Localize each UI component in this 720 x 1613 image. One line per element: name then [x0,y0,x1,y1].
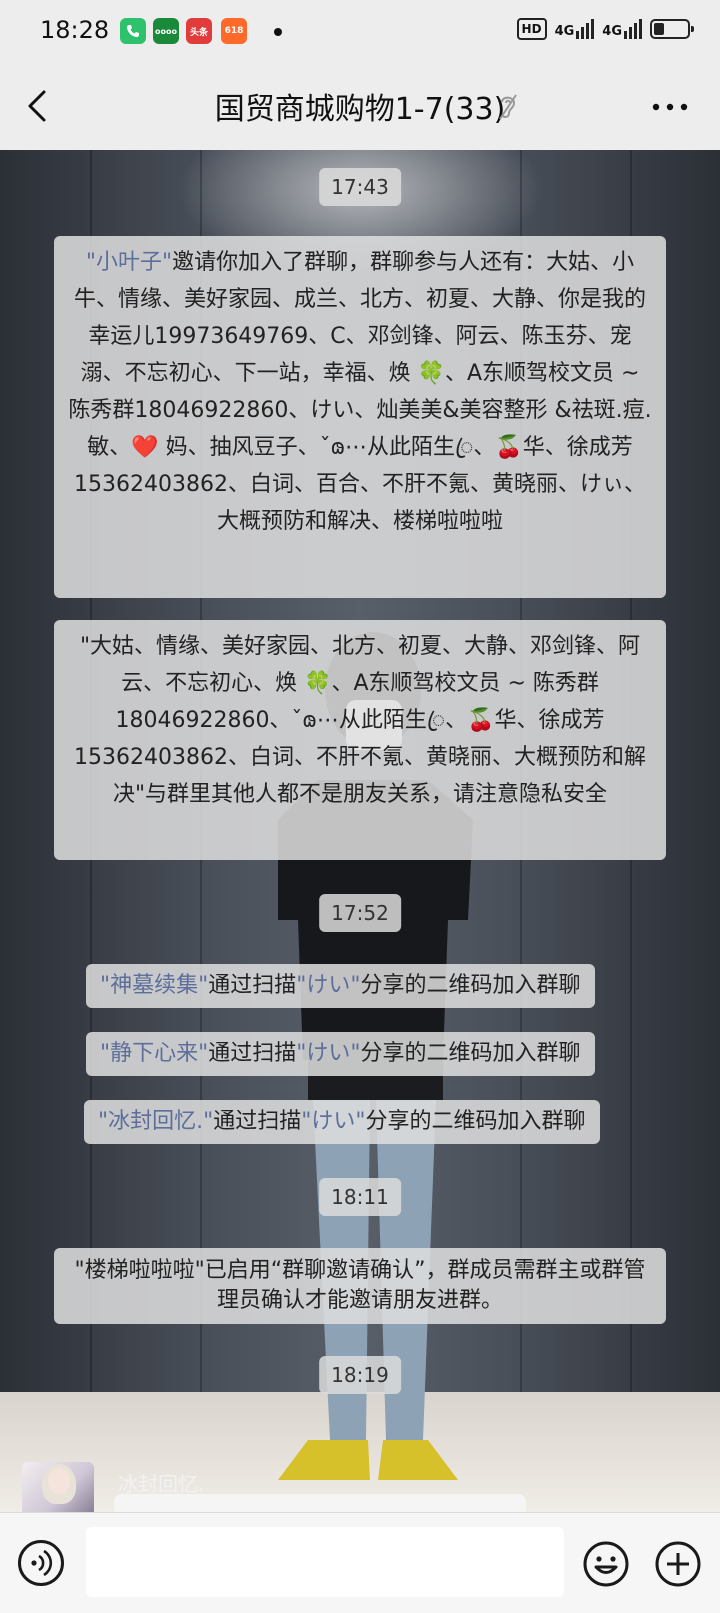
emoji-button[interactable] [582,1540,630,1588]
sharer-name-link[interactable]: "けい" [296,1041,360,1066]
timestamp: 17:52 [319,894,401,932]
join-system-message: "静下心来"通过扫描"けい"分享的二维码加入群聊 [86,1032,595,1076]
join-text-end: 分享的二维码加入群聊 [360,1041,581,1066]
message-input[interactable] [86,1527,564,1597]
invite-confirm-notice: "楼梯啦啦啦"已启用“群聊邀请确认”，群成员需群主或群管理员确认才能邀请朋友进群… [54,1248,666,1324]
privacy-notice-message: "大姑、情缘、美好家园、北方、初夏、大静、邓剑锋、阿云、不忘初心、焕 🍀、A东顺… [54,620,666,860]
inviter-name-link[interactable]: "小叶子" [86,250,172,275]
join-system-message: "神墓续集"通过扫描"けい"分享的二维码加入群聊 [86,964,595,1008]
invite-system-message: "小叶子"邀请你加入了群聊，群聊参与人还有：大姑、小牛、情缘、美好家园、成兰、北… [54,236,666,598]
join-system-message: "冰封回忆."通过扫描"けい"分享的二维码加入群聊 [84,1100,600,1144]
avatar[interactable] [22,1462,94,1512]
join-text: 通过扫描 [208,1041,297,1066]
message-bubble[interactable] [114,1494,526,1512]
join-text: 通过扫描 [208,973,297,998]
timestamp: 18:11 [319,1178,401,1216]
oppo-app-icon: oooo [153,18,179,44]
timestamp: 18:19 [319,1356,401,1394]
join-text-end: 分享的二维码加入群聊 [365,1109,586,1134]
chat-header: 国贸商城购物1-7(33) [0,64,720,150]
member-name-link[interactable]: "神墓续集" [100,973,208,998]
plus-icon [655,1541,701,1587]
phone-app-icon [120,18,146,44]
more-dots-icon [652,103,688,111]
sharer-name-link[interactable]: "けい" [296,973,360,998]
notification-dot [274,28,282,36]
ear-muted-icon [497,92,519,122]
timestamp: 17:43 [319,168,401,206]
join-text-end: 分享的二维码加入群聊 [360,973,581,998]
sharer-name-link[interactable]: "けい" [301,1109,365,1134]
battery-icon [650,19,694,39]
network-type-label: 4G [554,24,575,39]
member-name-link[interactable]: "冰封回忆." [98,1109,213,1134]
input-bar [0,1512,720,1613]
voice-icon [31,1549,53,1577]
chat-title: 国贸商城购物1-7(33) [214,92,506,127]
status-time: 18:28 [40,16,110,44]
taobao-618-app-icon: 618 [221,18,247,44]
toutiao-app-icon: 头条 [186,18,212,44]
signal-icon-2: 4G [602,19,642,39]
voice-button[interactable] [18,1540,64,1586]
invite-text: 邀请你加入了群聊，群聊参与人还有：大姑、小牛、情缘、美好家园、成兰、北方、初夏、… [68,250,652,534]
chat-area[interactable]: 17:43 "小叶子"邀请你加入了群聊，群聊参与人还有：大姑、小牛、情缘、美好家… [0,150,720,1512]
status-bar: 18:28 oooo 头条 618 HD 4G 4G [0,0,720,64]
hd-badge: HD [516,18,547,40]
network-type-label-2: 4G [602,24,622,39]
more-button[interactable] [650,90,690,124]
signal-icon: 4G [555,19,595,39]
sender-name: 冰封回忆. [118,1472,205,1496]
member-name-link[interactable]: "静下心来" [100,1041,208,1066]
plus-button[interactable] [654,1540,702,1588]
join-text: 通过扫描 [213,1109,302,1134]
emoji-icon [583,1541,629,1587]
